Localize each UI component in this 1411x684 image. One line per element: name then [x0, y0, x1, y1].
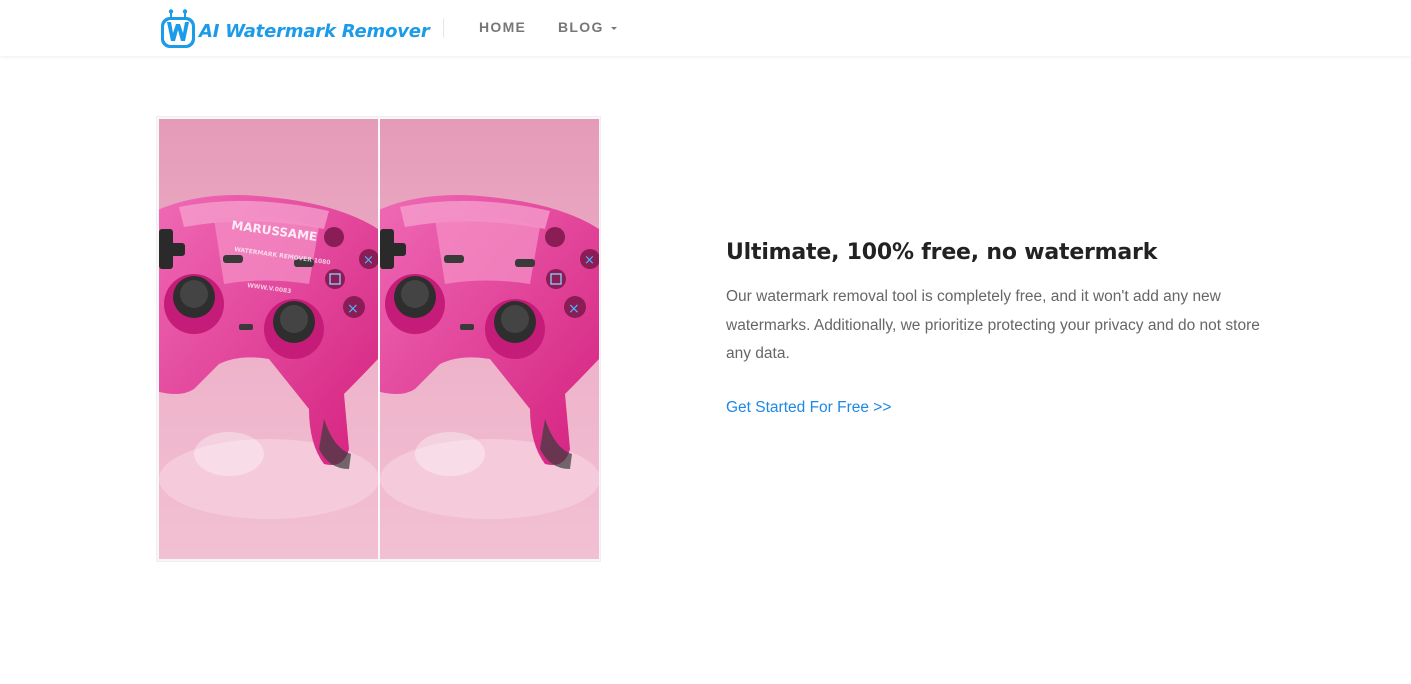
- get-started-link[interactable]: Get Started For Free >>: [726, 399, 891, 417]
- before-after-image: × × MARUSSAME WATERMARK REMOVER 1080 WWW…: [156, 116, 601, 562]
- chevron-down-icon: [610, 26, 617, 30]
- nav-home-link[interactable]: HOME: [479, 19, 526, 35]
- robot-w-icon: [161, 9, 195, 48]
- feature-description: Our watermark removal tool is completely…: [726, 288, 1260, 362]
- feature-title: Ultimate, 100% free, no watermark: [726, 240, 1158, 265]
- controller-photo-after: × ×: [380, 119, 599, 559]
- svg-text:×: ×: [584, 253, 595, 268]
- nav-blog-dropdown[interactable]: BLOG: [558, 19, 617, 35]
- svg-text:×: ×: [363, 253, 374, 268]
- before-image: × × MARUSSAME WATERMARK REMOVER 1080 WWW…: [159, 119, 378, 559]
- after-image: × ×: [380, 119, 599, 559]
- site-header: AI Watermark Remover HOME BLOG: [0, 0, 1411, 56]
- controller-photo-before: × × MARUSSAME WATERMARK REMOVER 1080 WWW…: [159, 119, 378, 559]
- nav-blog-label: BLOG: [558, 19, 604, 35]
- nav-divider: [443, 18, 444, 38]
- logo-text: AI Watermark Remover: [199, 21, 430, 42]
- svg-text:×: ×: [347, 301, 359, 317]
- logo[interactable]: AI Watermark Remover: [159, 8, 430, 49]
- svg-text:×: ×: [568, 301, 580, 317]
